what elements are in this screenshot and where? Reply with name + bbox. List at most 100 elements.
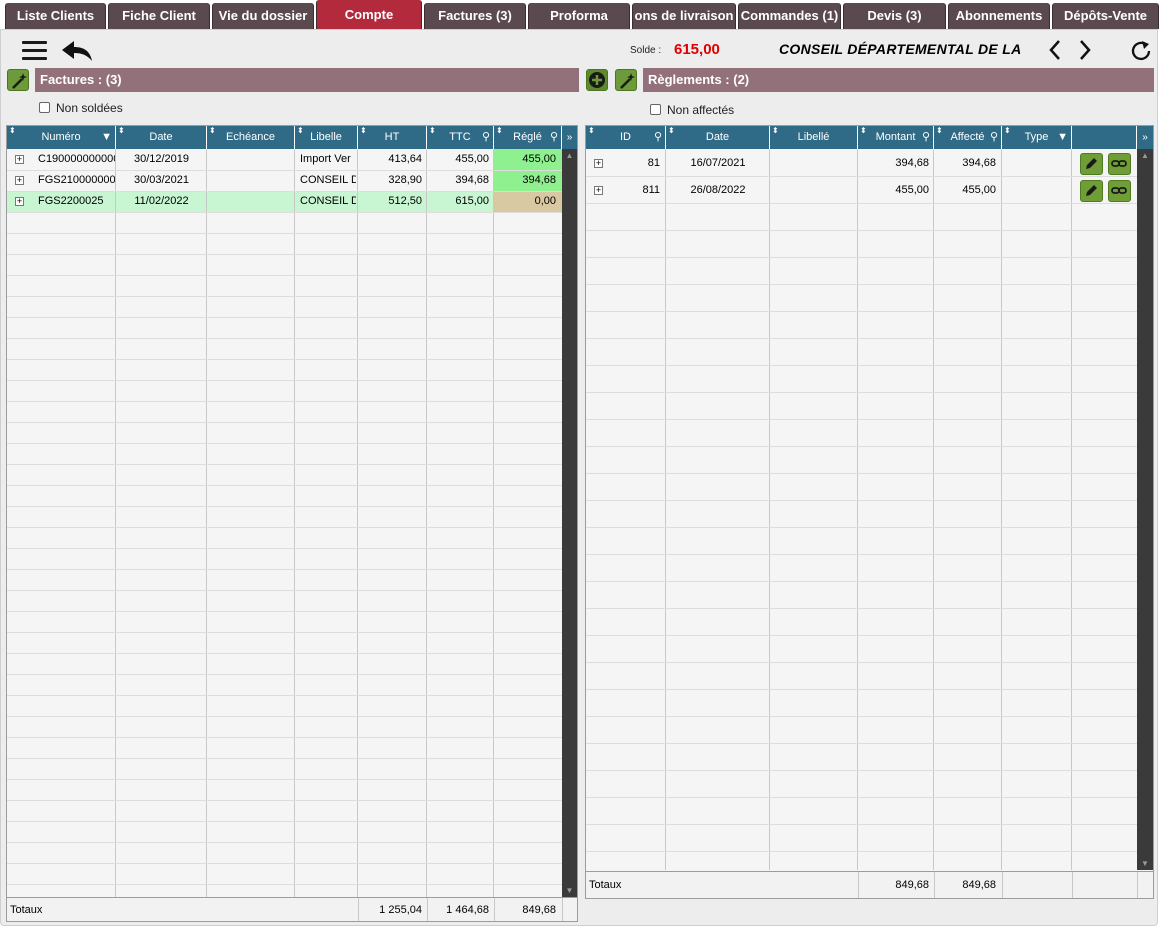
link-icon: [1111, 160, 1127, 167]
tab-factures[interactable]: Factures (3): [424, 3, 526, 29]
expand-row-icon[interactable]: +: [15, 176, 24, 185]
grid-row-line: [586, 203, 1137, 204]
factures-scrollbar[interactable]: ▲ ▼: [562, 149, 577, 897]
cell-numero: C190000000000: [38, 153, 115, 165]
grid-row-line: [7, 842, 562, 843]
non-soldees-checkbox[interactable]: Non soldées: [39, 101, 123, 115]
reglements-magic-wand-button[interactable]: [615, 69, 637, 91]
back-arrow-icon[interactable]: [60, 39, 94, 63]
grid-row-line: [7, 443, 562, 444]
cell-date: 30/03/2021: [133, 174, 190, 186]
grid-column-line: [115, 149, 116, 897]
grid-row-line: [7, 695, 562, 696]
grid-row-line: [586, 365, 1137, 366]
tab-label: Vie du dossier: [218, 8, 308, 23]
previous-icon[interactable]: [1047, 39, 1063, 61]
total-ht: 1 255,04: [379, 904, 422, 916]
cell-montant: 455,00: [895, 184, 929, 196]
scroll-up-icon[interactable]: ▲: [562, 151, 577, 160]
tab-devis[interactable]: Devis (3): [843, 3, 946, 29]
grid-row-line: [7, 506, 562, 507]
tab-vie-du-dossier[interactable]: Vie du dossier: [212, 3, 314, 29]
col-affecte[interactable]: ⬍ Affecté ⚲: [934, 126, 1002, 149]
tab-label: Abonnements: [955, 8, 1043, 23]
col-libelle[interactable]: ⬍ Libelle: [295, 126, 358, 149]
col-id[interactable]: ⬍ ID ⚲: [586, 126, 666, 149]
non-affectes-checkbox[interactable]: Non affectés: [650, 103, 734, 117]
col-libelle[interactable]: ⬍ Libellé: [770, 126, 858, 149]
col-regle[interactable]: ⬍ Réglé ⚲: [494, 126, 562, 149]
factures-totals-row: Totaux 1 255,04 1 464,68 849,68: [7, 897, 577, 921]
col-date[interactable]: ⬍ Date: [666, 126, 770, 149]
client-name: CONSEIL DÉPARTEMENTAL DE LA: [779, 41, 1022, 57]
factures-magic-wand-button[interactable]: [7, 69, 29, 91]
menu-icon[interactable]: [22, 41, 47, 60]
edit-button[interactable]: [1080, 180, 1103, 202]
next-icon[interactable]: [1077, 39, 1093, 61]
tab-compte[interactable]: Compte: [316, 0, 422, 29]
grid-row-line: [7, 527, 562, 528]
expand-row-icon[interactable]: +: [594, 159, 603, 168]
grid-row-line: [586, 338, 1137, 339]
table-row[interactable]: + 811 26/08/2022 455,00 455,00: [586, 177, 1137, 203]
grid-row-line: [586, 770, 1137, 771]
scroll-up-icon[interactable]: ▲: [1137, 151, 1153, 160]
table-row[interactable]: + FGS210000000 30/03/2021 CONSEIL D 328,…: [7, 170, 562, 191]
refresh-icon[interactable]: [1129, 39, 1153, 63]
checkbox-icon: [650, 104, 661, 115]
tab-bons-de-livraison[interactable]: ons de livraison: [632, 3, 736, 29]
grid-row-line: [7, 233, 562, 234]
col-type[interactable]: ⬍ Type ▼: [1002, 126, 1072, 149]
reglements-table-header: ⬍ ID ⚲ ⬍ Date ⬍ Libellé ⬍ Montant ⚲ ⬍ Affecté ⚲ …: [586, 126, 1137, 149]
expand-columns-icon[interactable]: »: [562, 126, 577, 149]
add-reglement-button[interactable]: [586, 69, 608, 91]
scroll-down-icon[interactable]: ▼: [562, 886, 577, 895]
edit-button[interactable]: [1080, 153, 1103, 175]
grid-row-line: [7, 401, 562, 402]
expand-row-icon[interactable]: +: [594, 186, 603, 195]
solde-label: Solde :: [630, 45, 662, 56]
tab-commandes[interactable]: Commandes (1): [738, 3, 841, 29]
tab-bar: Liste Clients Fiche Client Vie du dossie…: [0, 0, 1160, 30]
cell-ht: 328,90: [388, 174, 422, 186]
tab-abonnements[interactable]: Abonnements: [948, 3, 1050, 29]
col-montant[interactable]: ⬍ Montant ⚲: [858, 126, 934, 149]
table-row[interactable]: + 81 16/07/2021 394,68 394,68: [586, 150, 1137, 176]
solde-value: 615,00: [674, 41, 720, 58]
cell-date: 11/02/2022: [134, 195, 189, 207]
cell-id: 81: [647, 157, 660, 169]
grid-row-line: [7, 632, 562, 633]
reglements-header: Règlements : (2): [643, 68, 1154, 92]
cell-regle: 394,68: [494, 170, 562, 191]
expand-row-icon[interactable]: +: [15, 197, 24, 206]
grid-row-line: [7, 338, 562, 339]
tab-label: Commandes (1): [740, 8, 839, 23]
table-row-selected[interactable]: + FGS2200025 11/02/2022 CONSEIL D 512,50…: [7, 191, 562, 212]
grid-row-line: [586, 635, 1137, 636]
tab-depots-vente[interactable]: Dépôts-Vente: [1052, 3, 1159, 29]
cell-libelle: CONSEIL D: [300, 195, 356, 207]
expand-row-icon[interactable]: +: [15, 155, 24, 164]
tab-label: Liste Clients: [16, 8, 95, 23]
tab-fiche-client[interactable]: Fiche Client: [108, 3, 210, 29]
col-date[interactable]: ⬍ Date: [116, 126, 207, 149]
tab-liste-clients[interactable]: Liste Clients: [5, 3, 106, 29]
expand-columns-icon[interactable]: »: [1137, 126, 1153, 149]
cell-libelle: CONSEIL D: [300, 174, 356, 186]
link-button[interactable]: [1108, 153, 1131, 175]
reglements-scrollbar[interactable]: ▲ ▼: [1137, 149, 1153, 870]
col-ttc[interactable]: ⬍ TTC ⚲: [427, 126, 494, 149]
grid-row-line: [7, 863, 562, 864]
table-row[interactable]: + C190000000000 30/12/2019 Import Ver 41…: [7, 149, 562, 170]
col-ht[interactable]: ⬍ HT: [358, 126, 427, 149]
scroll-down-icon[interactable]: ▼: [1137, 859, 1153, 868]
checkbox-icon: [39, 102, 50, 113]
factures-header: Factures : (3): [35, 68, 579, 92]
col-numero[interactable]: ⬍ Numéro ▼: [7, 126, 116, 149]
cell-ttc: 455,00: [455, 153, 489, 165]
cell-ht: 512,50: [388, 195, 422, 207]
cell-date: 16/07/2021: [690, 157, 746, 169]
tab-proforma[interactable]: Proforma: [528, 3, 630, 29]
link-button[interactable]: [1108, 180, 1131, 202]
col-echeance[interactable]: ⬍ Echéance: [207, 126, 295, 149]
